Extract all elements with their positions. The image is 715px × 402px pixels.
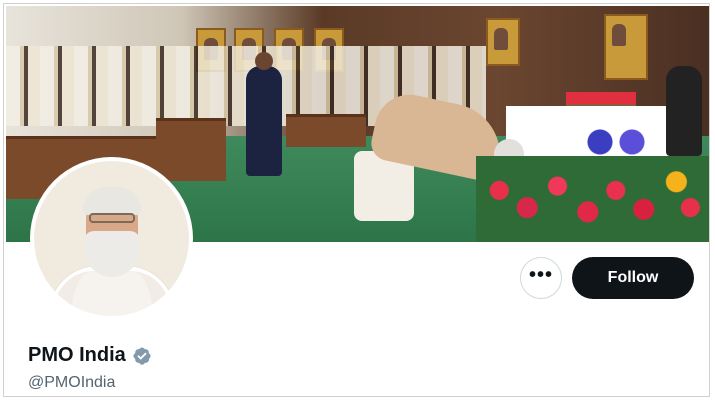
banner-guard-figure — [246, 52, 282, 176]
verified-badge-icon[interactable] — [132, 346, 152, 366]
banner-flowers — [576, 124, 656, 160]
banner-flowers — [476, 156, 709, 242]
more-options-icon: ••• — [528, 264, 553, 286]
follow-button[interactable]: Follow — [572, 257, 694, 299]
profile-header: ••• Follow PMO India @PMOIndia — [3, 3, 710, 397]
more-options-button[interactable]: ••• — [520, 257, 562, 299]
profile-name-row: PMO India — [28, 344, 152, 367]
banner-person — [666, 66, 702, 156]
banner-desk — [156, 118, 226, 181]
display-name: PMO India — [28, 344, 126, 366]
avatar-image — [34, 161, 189, 316]
avatar[interactable] — [30, 157, 193, 320]
banner-portrait — [486, 18, 520, 66]
banner-portrait — [604, 14, 648, 80]
profile-handle: @PMOIndia — [28, 374, 116, 391]
